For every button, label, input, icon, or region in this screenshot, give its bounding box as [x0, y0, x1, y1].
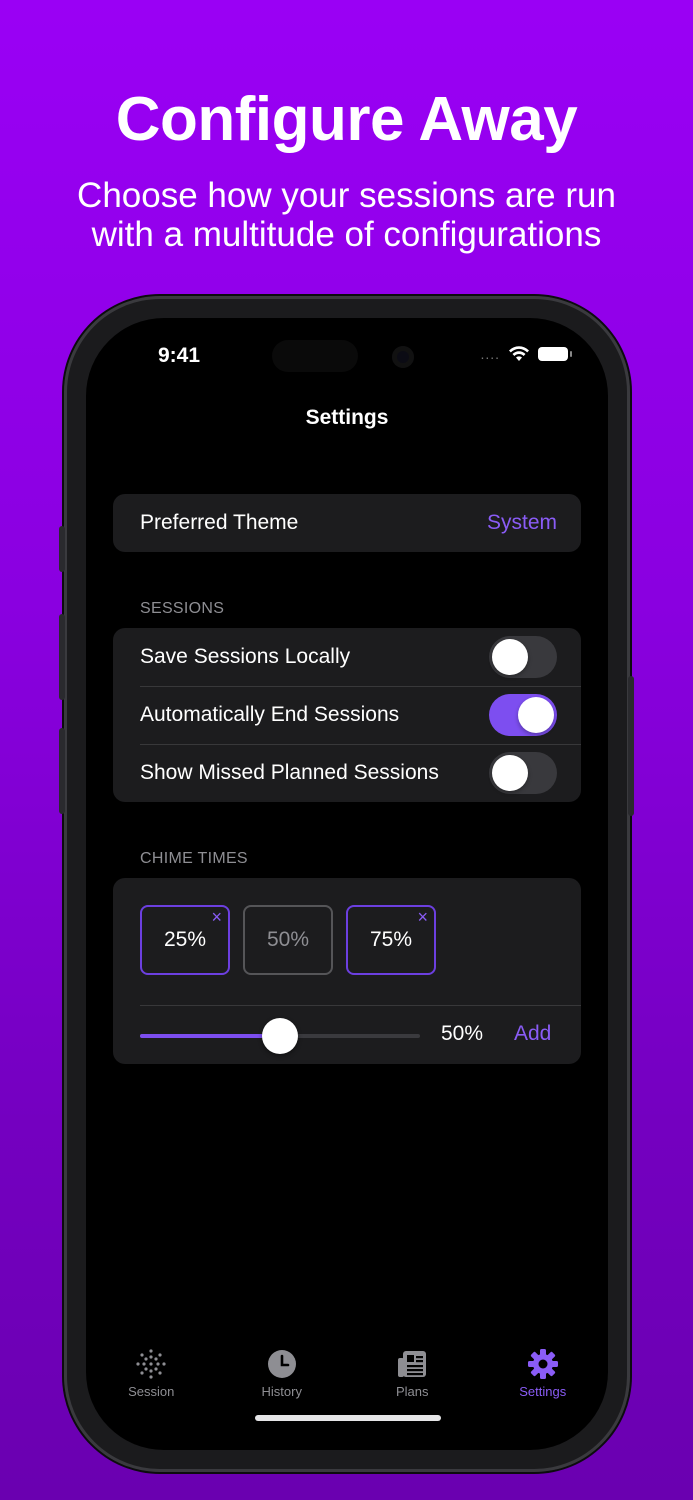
chime-slider[interactable] [140, 1018, 420, 1054]
auto-end-sessions-row: Automatically End Sessions [113, 686, 581, 744]
auto-end-sessions-label: Automatically End Sessions [140, 703, 400, 726]
remove-chime-icon[interactable]: × [211, 908, 222, 926]
remove-chime-icon[interactable]: × [417, 908, 428, 926]
status-icons: .... [480, 346, 572, 362]
chime-slider-fill [140, 1034, 280, 1038]
tab-label: History [261, 1384, 302, 1399]
chime-slider-thumb[interactable] [262, 1018, 298, 1054]
tab-label: Plans [395, 1384, 429, 1399]
chime-divider [140, 1005, 581, 1006]
preferred-theme-value[interactable]: System [487, 511, 557, 535]
chime-times-section-header: CHIME TIMES [140, 850, 248, 867]
theme-group: Preferred Theme System [113, 494, 581, 552]
volume-down-button [59, 728, 65, 814]
chime-chip-label: 50% [266, 928, 310, 951]
tab-plans[interactable]: Plans [347, 1348, 478, 1408]
tab-settings[interactable]: Settings [478, 1348, 609, 1408]
battery-icon [538, 347, 572, 361]
preferred-theme-label: Preferred Theme [140, 511, 299, 534]
headline: Configure Away [115, 85, 578, 154]
newspaper-icon [398, 1351, 427, 1377]
wifi-icon [509, 346, 529, 361]
toggle-knob [492, 755, 528, 791]
chime-slider-value: 50% [441, 1022, 484, 1045]
action-button [59, 526, 65, 572]
subheadline-line-2: with a multitude of configurations [91, 215, 602, 254]
save-sessions-locally-toggle[interactable] [489, 636, 557, 678]
auto-end-sessions-toggle[interactable] [489, 694, 557, 736]
tab-history[interactable]: History [217, 1348, 348, 1408]
power-button [628, 676, 634, 816]
chime-chips: 25% × 50% 75% × [140, 905, 436, 975]
chime-chip-25[interactable]: 25% × [140, 905, 230, 975]
chime-chip-50[interactable]: 50% [243, 905, 333, 975]
save-sessions-locally-row: Save Sessions Locally [113, 628, 581, 686]
chime-chip-label: 25% [163, 928, 207, 951]
show-missed-planned-label: Show Missed Planned Sessions [140, 761, 439, 784]
camera-icon [392, 346, 414, 368]
clock-icon [267, 1350, 296, 1378]
tab-label: Session [128, 1384, 175, 1399]
add-chime-button[interactable]: Add [514, 1022, 551, 1046]
tab-bar: Session History Plans Settings [86, 1348, 608, 1408]
gear-icon [527, 1349, 558, 1379]
tab-session[interactable]: Session [86, 1348, 217, 1408]
preferred-theme-row[interactable]: Preferred Theme System [113, 494, 581, 552]
chime-chip-75[interactable]: 75% × [346, 905, 436, 975]
sessions-group: Save Sessions Locally Automatically End … [113, 628, 581, 802]
toggle-knob [492, 639, 528, 675]
phone-screen: 9:41 .... Settings Preferred Theme Syste… [86, 318, 608, 1450]
signal-dots-icon: .... [480, 346, 500, 362]
sessions-section-header: SESSIONS [140, 600, 225, 617]
chime-times-group: 25% × 50% 75% × 50% Add [113, 878, 581, 1064]
session-dots-icon [136, 1349, 166, 1379]
nav-title: Settings [305, 406, 389, 429]
subheadline: Choose how your sessions are run with a … [0, 176, 693, 254]
volume-up-button [59, 614, 65, 700]
show-missed-planned-row: Show Missed Planned Sessions [113, 744, 581, 802]
dynamic-island [272, 340, 358, 372]
save-sessions-locally-label: Save Sessions Locally [140, 645, 351, 668]
tab-label: Settings [519, 1384, 567, 1399]
toggle-knob [518, 697, 554, 733]
chime-chip-label: 75% [369, 928, 413, 951]
status-time: 9:41 [158, 344, 201, 367]
show-missed-planned-toggle[interactable] [489, 752, 557, 794]
subheadline-line-1: Choose how your sessions are run [77, 176, 616, 215]
home-indicator [255, 1415, 441, 1421]
